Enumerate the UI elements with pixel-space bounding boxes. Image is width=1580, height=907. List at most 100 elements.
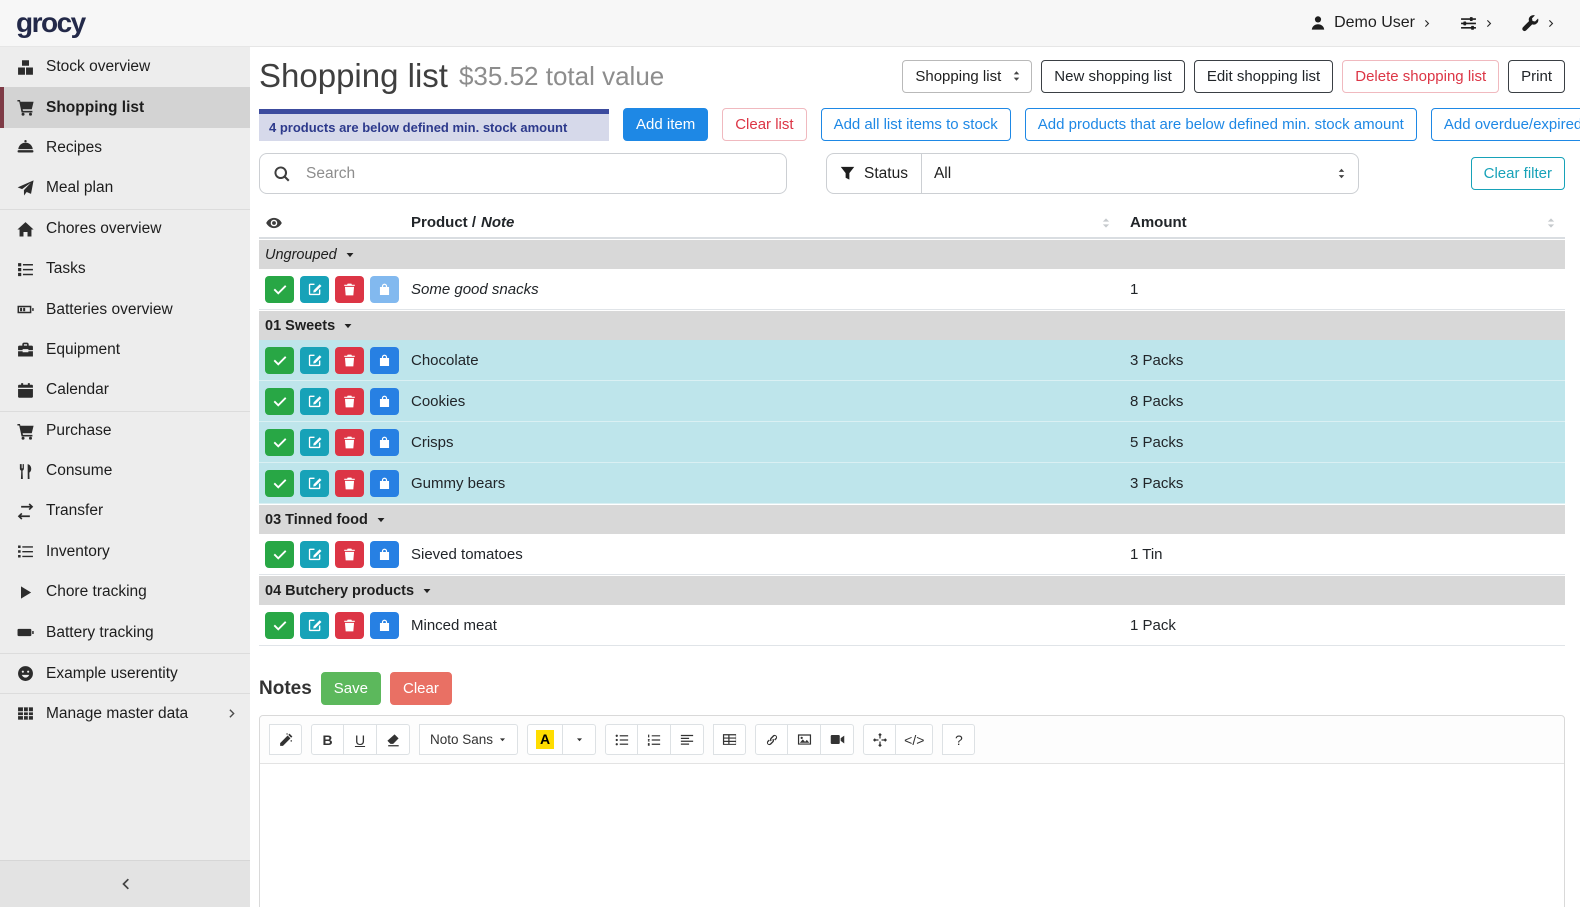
admin-menu[interactable] (1522, 15, 1556, 32)
sidebar-item-stock-overview[interactable]: Stock overview (0, 47, 250, 87)
delete-shopping-list-button[interactable]: Delete shopping list (1342, 60, 1499, 93)
delete-item-button[interactable] (335, 612, 364, 639)
clear-notes-button[interactable]: Clear (390, 672, 452, 705)
code-view-button[interactable]: </> (896, 724, 933, 755)
sidebar-item-chores-overview[interactable]: Chores overview (0, 209, 250, 249)
add-overdue-button[interactable]: Add overdue/expired products (1431, 108, 1580, 141)
edit-item-button[interactable] (300, 541, 329, 568)
add-item-button[interactable]: Add item (623, 108, 708, 141)
sidebar-item-purchase[interactable]: Purchase (0, 411, 250, 451)
edit-item-button[interactable] (300, 347, 329, 374)
clear-list-button[interactable]: Clear list (722, 108, 806, 141)
add-to-stock-button[interactable] (370, 470, 399, 497)
sidebar-item-shopping-list[interactable]: Shopping list (0, 87, 250, 127)
editor-content-area[interactable] (260, 764, 1564, 907)
shopping-list-select[interactable]: Shopping list (902, 60, 1032, 93)
save-notes-button[interactable]: Save (321, 672, 381, 705)
done-button[interactable] (265, 429, 294, 456)
done-icon (273, 394, 287, 408)
add-to-stock-button[interactable] (370, 388, 399, 415)
sidebar-item-equipment[interactable]: Equipment (0, 330, 250, 370)
done-button[interactable] (265, 347, 294, 374)
delete-item-button[interactable] (335, 347, 364, 374)
insert-video-button[interactable] (821, 724, 854, 755)
sidebar-item-transfer[interactable]: Transfer (0, 491, 250, 531)
edit-shopping-list-button[interactable]: Edit shopping list (1194, 60, 1333, 93)
edit-item-button[interactable] (300, 470, 329, 497)
row-actions (259, 347, 411, 374)
app-logo[interactable]: grocy (16, 7, 85, 39)
sidebar-item-manage-master-data[interactable]: Manage master data (0, 693, 250, 733)
group-header-ungrouped[interactable]: Ungrouped (259, 240, 1565, 269)
add-to-stock-button[interactable] (370, 347, 399, 374)
delete-item-button[interactable] (335, 388, 364, 415)
highlight-color-button[interactable]: A (527, 724, 563, 755)
delete-item-button[interactable] (335, 470, 364, 497)
sidebar-item-calendar[interactable]: Calendar (0, 370, 250, 410)
status-select[interactable]: All (922, 153, 1359, 194)
paragraph-align-button[interactable] (671, 724, 704, 755)
user-menu[interactable]: Demo User (1310, 14, 1432, 32)
add-to-stock-button[interactable] (370, 541, 399, 568)
clear-filter-button[interactable]: Clear filter (1471, 157, 1565, 190)
amount-column-header[interactable]: Amount (1130, 214, 1565, 231)
sidebar-item-example-userentity[interactable]: Example userentity (0, 653, 250, 693)
shopping-list-row: Chocolate 3 Packs (259, 340, 1565, 381)
print-button[interactable]: Print (1508, 60, 1565, 93)
sidebar-item-battery-tracking[interactable]: Battery tracking (0, 612, 250, 652)
insert-link-button[interactable] (755, 724, 788, 755)
done-button[interactable] (265, 541, 294, 568)
group-header-tinned-food[interactable]: 03 Tinned food (259, 505, 1565, 534)
add-to-stock-button[interactable] (370, 429, 399, 456)
sidebar-item-meal-plan[interactable]: Meal plan (0, 168, 250, 208)
product-name: Chocolate (411, 352, 1130, 369)
add-all-to-stock-button[interactable]: Add all list items to stock (821, 108, 1011, 141)
delete-icon (343, 354, 356, 367)
search-input[interactable] (304, 164, 786, 184)
sidebar-collapse-button[interactable] (0, 860, 250, 907)
eraser-icon (386, 733, 400, 747)
sidebar-item-chore-tracking[interactable]: Chore tracking (0, 572, 250, 612)
font-family-button[interactable]: Noto Sans (419, 724, 518, 755)
new-shopping-list-button[interactable]: New shopping list (1041, 60, 1185, 93)
done-button[interactable] (265, 388, 294, 415)
highlight-color-dropdown[interactable] (563, 724, 596, 755)
delete-item-button[interactable] (335, 276, 364, 303)
sidebar-item-inventory[interactable]: Inventory (0, 532, 250, 572)
fullscreen-icon (873, 733, 887, 747)
sidebar-item-consume[interactable]: Consume (0, 451, 250, 491)
add-to-stock-button[interactable] (370, 612, 399, 639)
done-button[interactable] (265, 470, 294, 497)
settings-menu[interactable] (1460, 15, 1494, 32)
unordered-list-button[interactable] (605, 724, 638, 755)
bold-button[interactable]: B (311, 724, 344, 755)
sidebar-item-tasks[interactable]: Tasks (0, 249, 250, 289)
insert-picture-button[interactable] (788, 724, 821, 755)
group-header-sweets[interactable]: 01 Sweets (259, 311, 1565, 340)
clear-formatting-button[interactable] (377, 724, 410, 755)
group-header-butchery-products[interactable]: 04 Butchery products (259, 576, 1565, 605)
edit-item-button[interactable] (300, 429, 329, 456)
fullscreen-button[interactable] (863, 724, 896, 755)
edit-item-button[interactable] (300, 388, 329, 415)
insert-table-button[interactable] (713, 724, 746, 755)
min-stock-alert[interactable]: 4 products are below defined min. stock … (259, 109, 609, 141)
sidebar-item-batteries-overview[interactable]: Batteries overview (0, 289, 250, 329)
style-magic-button[interactable] (269, 724, 302, 755)
help-button[interactable]: ? (942, 724, 975, 755)
chevron-right-icon (1423, 19, 1432, 28)
product-column-header[interactable]: Product / Note (411, 214, 1130, 231)
ordered-list-button[interactable] (638, 724, 671, 755)
add-to-stock-button[interactable] (370, 276, 399, 303)
delete-item-button[interactable] (335, 429, 364, 456)
underline-button[interactable]: U (344, 724, 377, 755)
edit-item-button[interactable] (300, 276, 329, 303)
delete-item-button[interactable] (335, 541, 364, 568)
done-button[interactable] (265, 276, 294, 303)
sidebar-item-recipes[interactable]: Recipes (0, 128, 250, 168)
done-button[interactable] (265, 612, 294, 639)
add-below-min-button[interactable]: Add products that are below defined min.… (1025, 108, 1417, 141)
shopping-list-row: Crisps 5 Packs (259, 422, 1565, 463)
edit-item-button[interactable] (300, 612, 329, 639)
add-to-stock-icon (378, 477, 391, 490)
